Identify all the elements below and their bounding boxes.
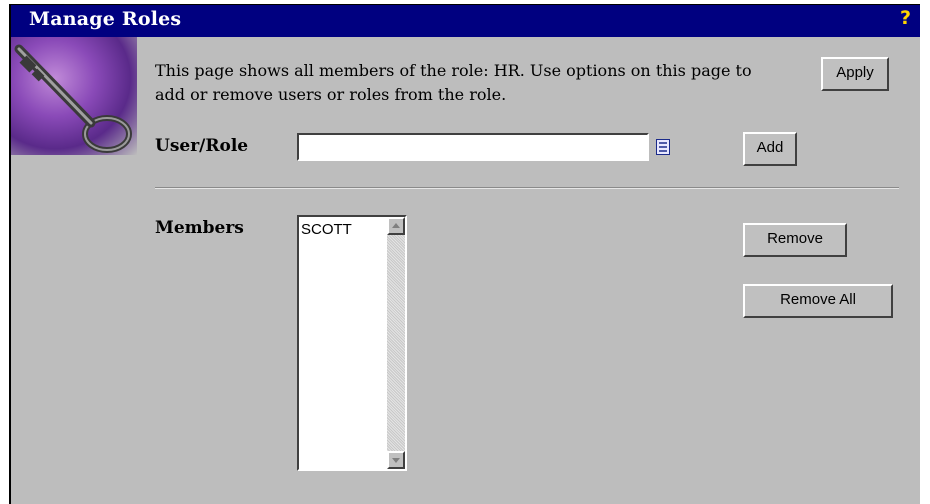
add-button[interactable]: Add <box>743 132 797 166</box>
members-listbox[interactable]: SCOTT <box>297 215 407 471</box>
remove-button[interactable]: Remove <box>743 223 847 257</box>
manage-roles-window: Manage Roles ? This page shows all membe… <box>9 4 920 504</box>
apply-button[interactable]: Apply <box>821 57 889 91</box>
key-image <box>11 37 137 155</box>
content-area: This page shows all members of the role:… <box>137 5 920 504</box>
remove-all-button-label: Remove All <box>780 291 856 308</box>
page-description: This page shows all members of the role:… <box>155 61 752 104</box>
list-picker-icon[interactable] <box>656 139 670 155</box>
section-divider <box>155 187 899 189</box>
arrow-up-icon <box>392 223 400 228</box>
scroll-up-button[interactable] <box>387 217 405 235</box>
remove-button-label: Remove <box>767 230 823 247</box>
key-icon <box>14 44 132 153</box>
remove-all-button[interactable]: Remove All <box>743 284 893 318</box>
user-role-label: User/Role <box>155 136 249 156</box>
scrollbar[interactable] <box>387 217 405 469</box>
user-role-input[interactable] <box>297 133 649 161</box>
scroll-down-button[interactable] <box>387 451 405 469</box>
list-item[interactable]: SCOTT <box>301 221 352 238</box>
arrow-down-icon <box>392 458 400 463</box>
members-label: Members <box>155 218 244 238</box>
apply-button-label: Apply <box>836 64 874 81</box>
add-button-label: Add <box>756 139 784 156</box>
